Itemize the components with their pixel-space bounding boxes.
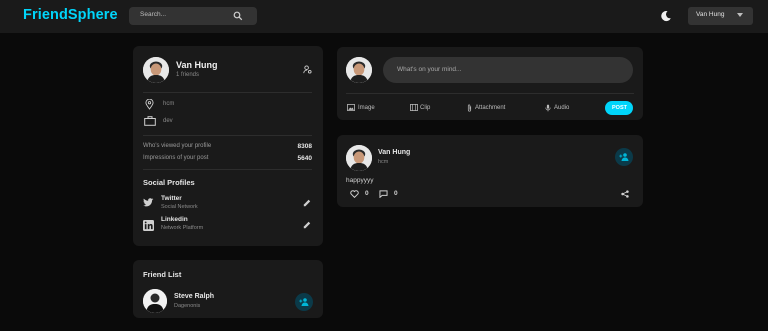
post-card: Van Hung hcm happyyyy 0 0 — [337, 135, 643, 207]
social-name: Linkedin — [161, 216, 188, 223]
briefcase-icon — [144, 116, 156, 126]
composer-action-audio[interactable]: Audio — [554, 105, 569, 111]
post-text: happyyyy — [346, 177, 374, 184]
profile-occupation: dev — [163, 118, 173, 124]
friend-avatar[interactable] — [143, 289, 167, 313]
divider — [346, 93, 634, 94]
edit-icon[interactable] — [303, 221, 311, 229]
comment-icon[interactable] — [379, 190, 388, 198]
manage-account-icon[interactable] — [303, 65, 312, 74]
social-type: Social Network — [161, 204, 198, 210]
attachment-icon — [467, 104, 472, 112]
person-add-icon — [619, 153, 629, 161]
image-icon — [347, 104, 355, 111]
stat-label: Who's viewed your profile — [143, 143, 212, 149]
edit-icon[interactable] — [303, 199, 311, 207]
friend-list-card: Friend List Steve Ralph Dagenonis — [133, 260, 323, 318]
dark-mode-icon[interactable] — [660, 10, 672, 22]
profile-avatar[interactable] — [143, 57, 169, 83]
divider — [143, 169, 312, 170]
post-button-label: POST — [612, 104, 627, 111]
search-box[interactable]: Search... — [129, 7, 257, 25]
friend-name[interactable]: Steve Ralph — [174, 293, 214, 300]
user-select[interactable]: Van Hung — [688, 7, 753, 25]
post-author-name[interactable]: Van Hung — [378, 149, 410, 156]
user-select-value: Van Hung — [696, 11, 725, 18]
share-icon[interactable] — [621, 190, 629, 198]
twitter-icon[interactable] — [143, 198, 154, 207]
social-profiles-title: Social Profiles — [143, 178, 195, 187]
profile-name[interactable]: Van Hung — [176, 60, 218, 70]
app-logo[interactable]: FriendSphere — [23, 7, 118, 23]
social-type: Network Platform — [161, 225, 204, 231]
stat-value: 8308 — [297, 143, 312, 150]
heart-icon[interactable] — [350, 190, 359, 198]
search-input[interactable]: Search... — [140, 11, 166, 18]
linkedin-icon[interactable] — [143, 220, 154, 231]
comment-count: 0 — [394, 190, 398, 197]
search-icon[interactable] — [233, 11, 243, 21]
composer-avatar[interactable] — [346, 57, 372, 83]
post-button[interactable]: POST — [605, 101, 633, 115]
stat-value: 5640 — [297, 155, 312, 162]
friend-location: Dagenonis — [174, 303, 201, 309]
add-friend-button[interactable] — [615, 148, 633, 166]
person-add-icon — [299, 298, 309, 306]
stat-label: Impressions of your post — [143, 155, 209, 161]
composer-action-image[interactable]: Image — [358, 105, 375, 111]
post-composer-card: What's on your mind... Image Clip Attach… — [337, 47, 643, 120]
top-bar: FriendSphere Search... Van Hung — [0, 0, 768, 33]
divider — [143, 135, 312, 136]
profile-friends-count: 1 friends — [176, 72, 200, 78]
post-input-placeholder: What's on your mind... — [397, 66, 462, 73]
microphone-icon — [545, 104, 551, 112]
composer-action-attachment[interactable]: Attachment — [475, 105, 505, 111]
social-name: Twitter — [161, 195, 182, 202]
remove-friend-button[interactable] — [295, 293, 313, 311]
post-author-location: hcm — [378, 159, 389, 165]
like-count: 0 — [365, 190, 369, 197]
location-icon — [145, 99, 154, 110]
post-author-avatar[interactable] — [346, 145, 372, 171]
composer-action-clip[interactable]: Clip — [420, 105, 430, 111]
divider — [143, 92, 312, 93]
profile-card: Van Hung 1 friends hcm dev Who's viewed … — [133, 46, 323, 246]
post-input[interactable]: What's on your mind... — [383, 57, 633, 83]
chevron-down-icon — [737, 13, 743, 17]
clip-icon — [410, 104, 418, 111]
profile-location: hcm — [163, 101, 175, 107]
friend-list-title: Friend List — [143, 270, 182, 279]
